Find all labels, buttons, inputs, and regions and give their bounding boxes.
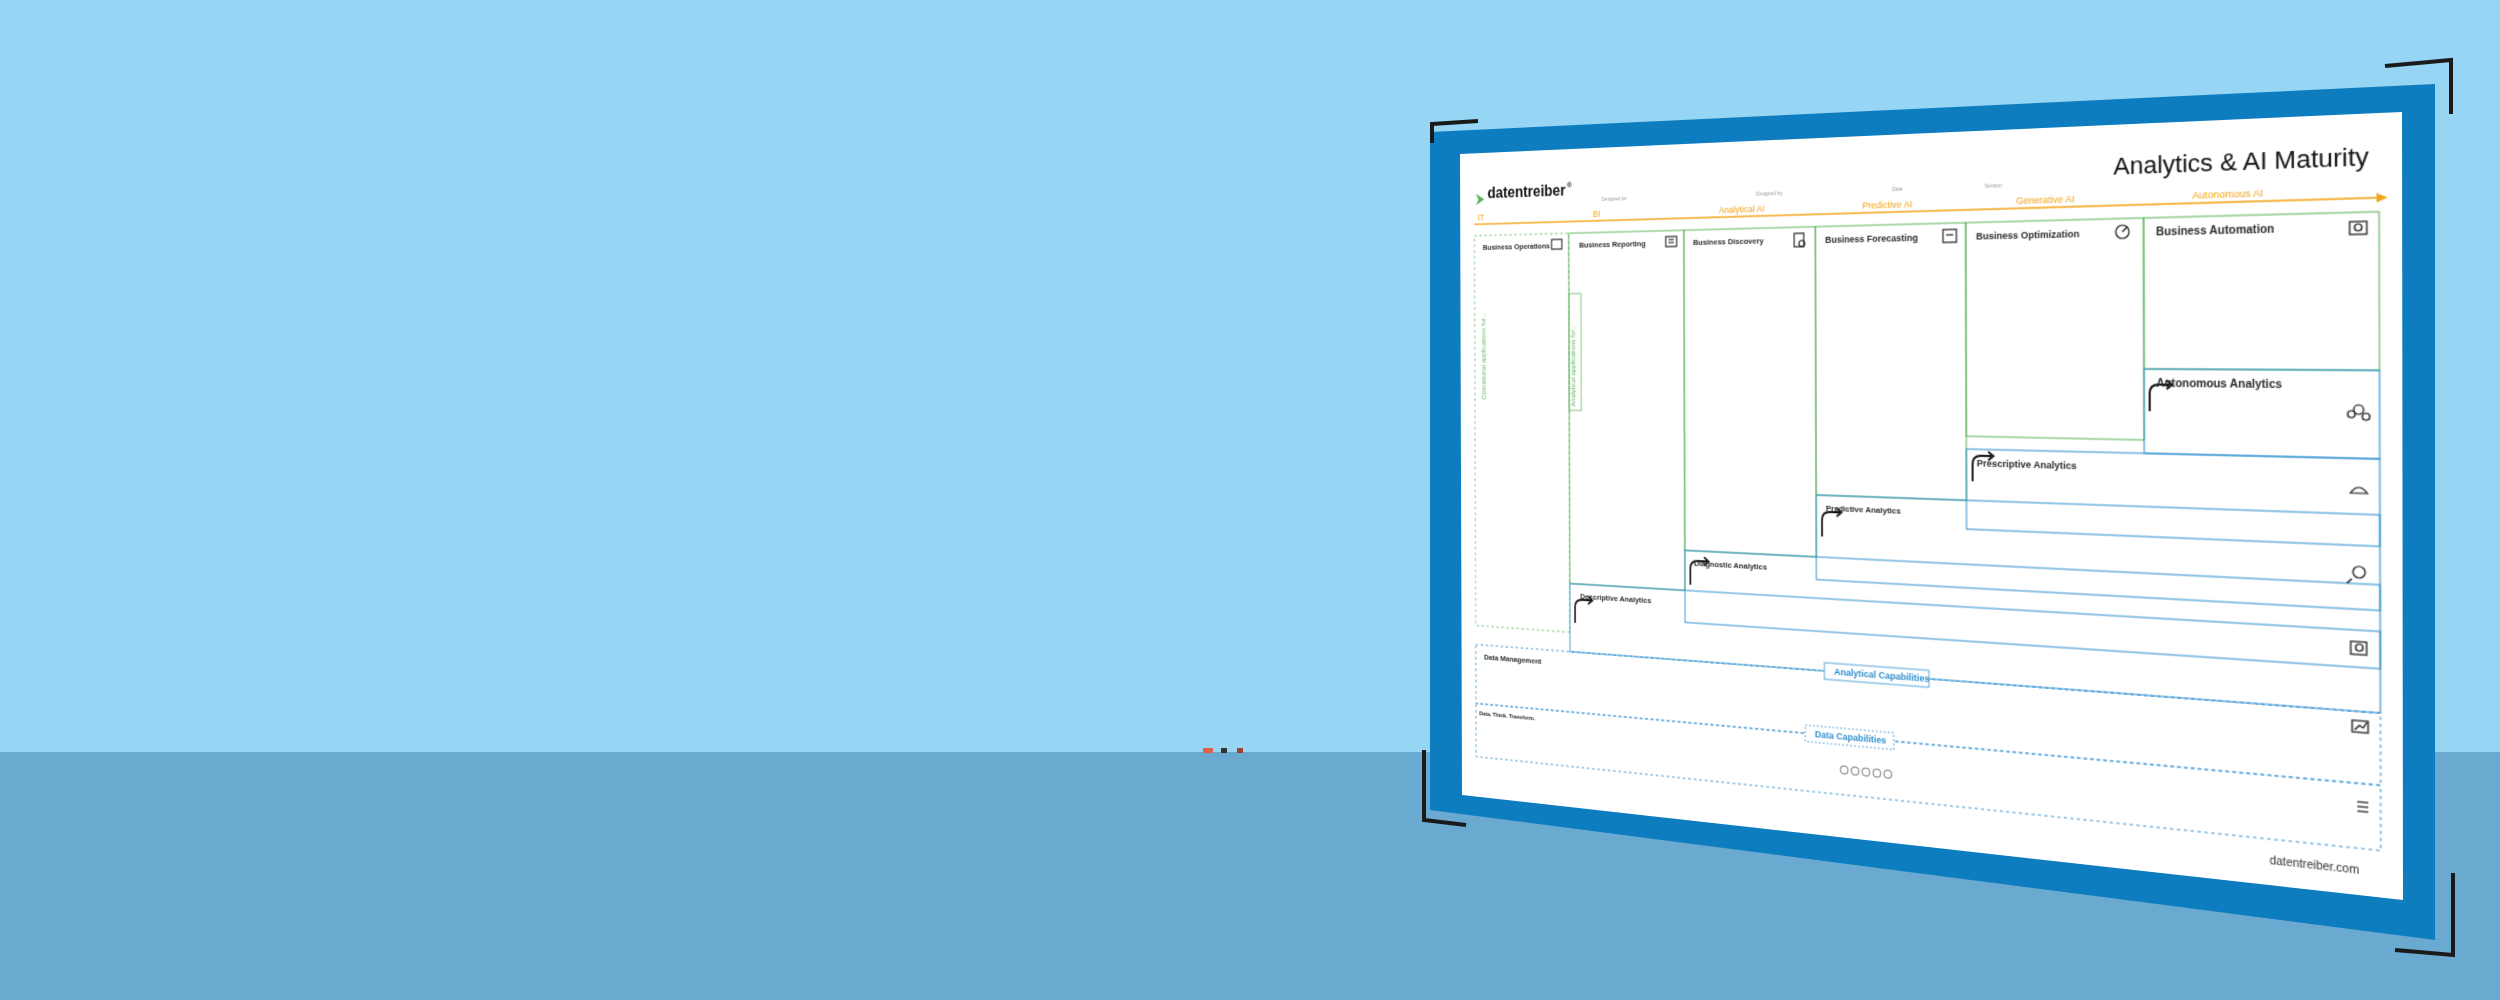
side-label-analytical: Analytical applications for... <box>1571 324 1577 406</box>
stage-it: IT <box>1478 213 1485 223</box>
cell-business-optimization: Business Optimization <box>1976 228 2079 241</box>
cell-business-automation: Business Automation <box>2156 224 2274 239</box>
header-field-date: Date <box>1892 186 1903 193</box>
stage-predictive-ai: Predictive AI <box>1862 199 1912 211</box>
brand-name: datentreiber <box>1487 183 1565 203</box>
header-field-version: Version <box>1984 183 2002 190</box>
cell-autonomous-analytics: Autonomous Analytics <box>2156 378 2282 392</box>
stage-bi: BI <box>1593 209 1600 219</box>
header-field-designed-by: Designed by <box>1756 191 1782 198</box>
stage-autonomous-ai: Autonomous AI <box>2192 187 2263 201</box>
small-figure <box>1203 748 1263 756</box>
side-label-operational: Operational applications for... <box>1481 313 1487 399</box>
stage-analytical-ai: Analytical AI <box>1719 204 1765 216</box>
cell-business-operations: Business Operations <box>1483 242 1550 252</box>
brand-mark: ® <box>1567 181 1572 190</box>
header-field-designed-for: Designed for <box>1602 196 1627 203</box>
poster-canvas: datentreiber ® Analytics & AI Maturity D… <box>1466 120 2397 892</box>
poster-scene: datentreiber ® Analytics & AI Maturity D… <box>1410 50 2460 980</box>
stage-generative-ai: Generative AI <box>2016 194 2075 207</box>
cell-business-forecasting: Business Forecasting <box>1825 232 1918 245</box>
cell-business-reporting: Business Reporting <box>1579 239 1646 249</box>
cell-business-discovery: Business Discovery <box>1693 236 1764 247</box>
